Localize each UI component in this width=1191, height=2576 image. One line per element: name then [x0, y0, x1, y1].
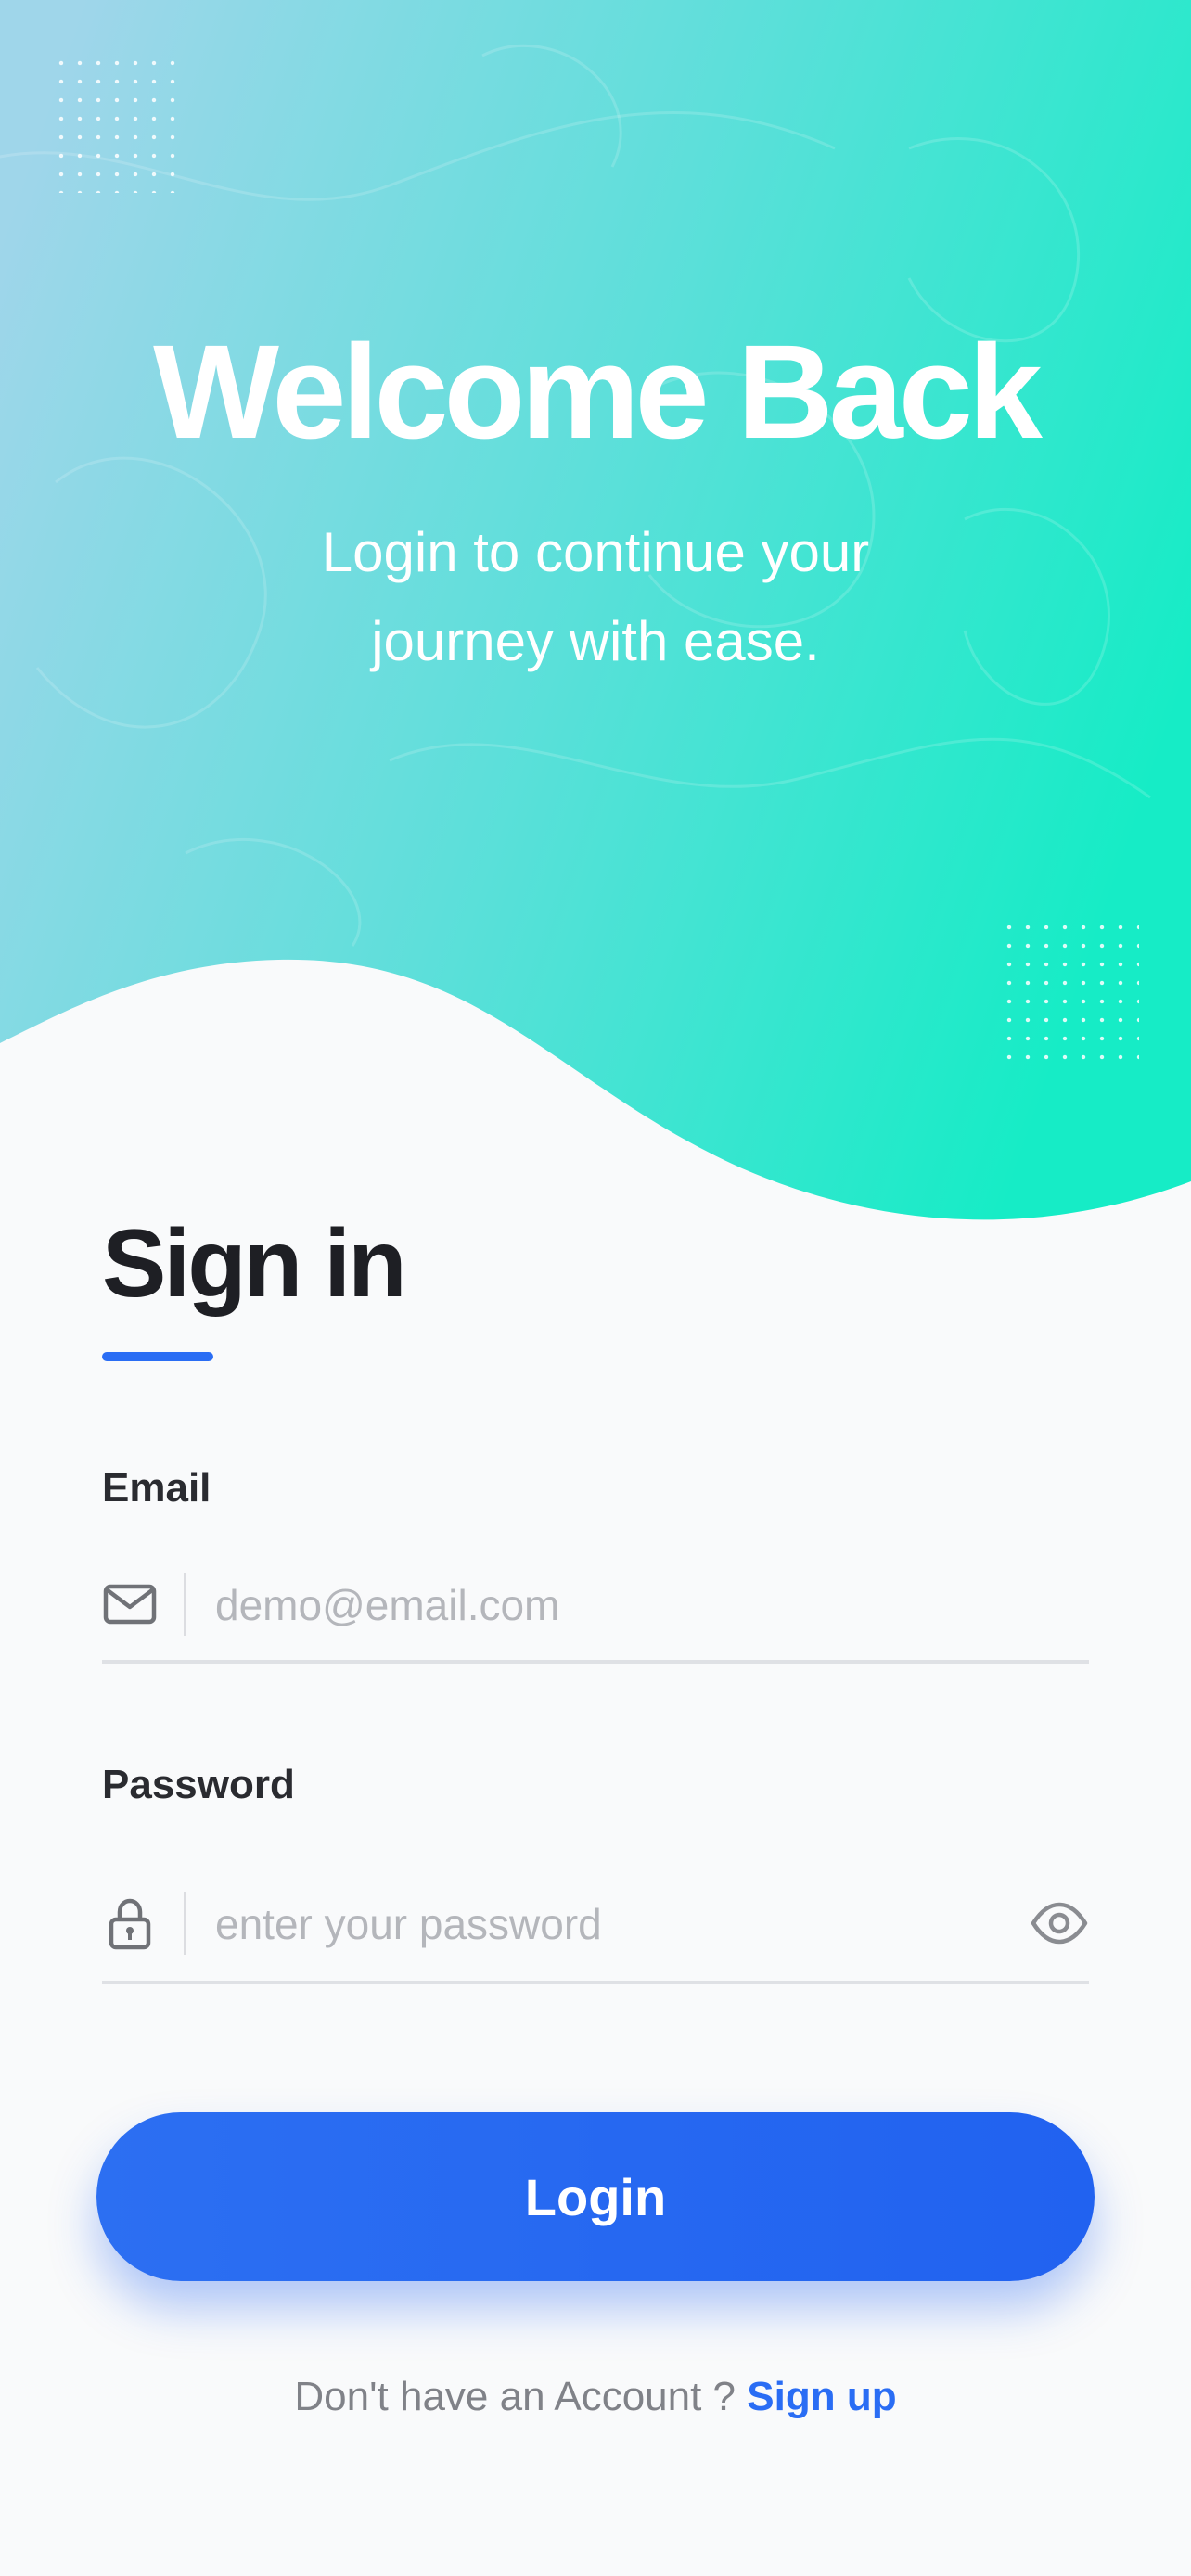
password-field[interactable]: [102, 1869, 1089, 1984]
signup-prompt: Don't have an Account ? Sign up: [0, 2374, 1191, 2420]
decorative-dot-grid: [1000, 918, 1139, 1066]
decorative-dot-grid: [52, 54, 182, 193]
hero-title: Welcome Back: [153, 317, 1043, 466]
signup-link[interactable]: Sign up: [747, 2374, 896, 2419]
password-label: Password: [102, 1762, 295, 1807]
title-underline: [102, 1352, 213, 1361]
signup-prompt-text: Don't have an Account ?: [294, 2374, 736, 2419]
field-divider: [184, 1573, 186, 1636]
password-input[interactable]: [213, 1886, 978, 1962]
email-label: Email: [102, 1465, 211, 1511]
eye-icon[interactable]: [1030, 1894, 1089, 1953]
email-field[interactable]: [102, 1549, 1089, 1664]
field-divider: [184, 1892, 186, 1955]
login-button[interactable]: Login: [96, 2112, 1095, 2281]
hero-header: Welcome Back Login to continue your jour…: [0, 0, 1191, 1233]
signin-title: Sign in: [102, 1210, 407, 1318]
lock-icon: [102, 1895, 158, 1951]
hero-subtitle: Login to continue your journey with ease…: [321, 521, 870, 672]
mail-icon: [102, 1576, 158, 1632]
email-input[interactable]: [213, 1567, 978, 1643]
